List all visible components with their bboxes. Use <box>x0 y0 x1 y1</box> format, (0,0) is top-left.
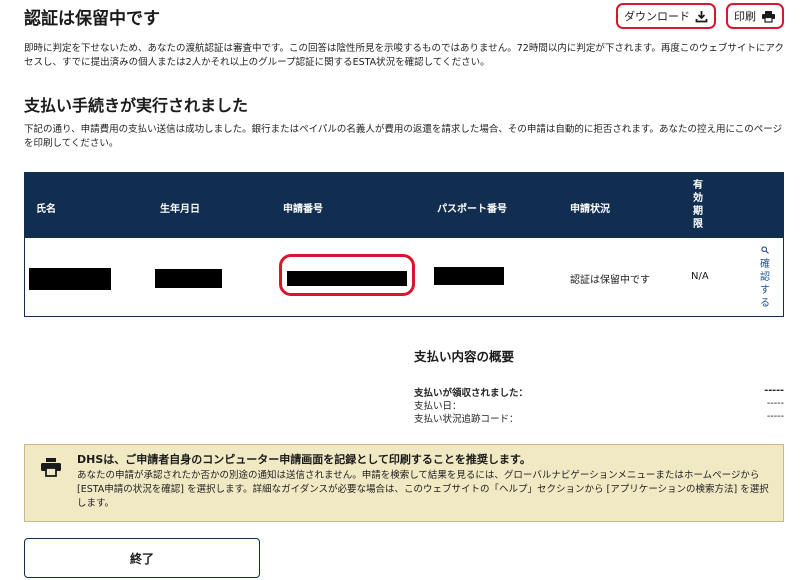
header-app-no: 申請番号 <box>283 204 323 215</box>
redacted-name <box>29 268 111 290</box>
highlight-ring <box>279 254 415 296</box>
page-title: 認証は保留中です <box>24 9 160 29</box>
header-name: 氏名 <box>36 204 56 215</box>
notice-title: DHSは、ご申請者自身のコンピューター申請画面を記録として印刷することを推奨しま… <box>77 453 531 466</box>
notice-body: あなたの申請が承認されたか否かの別途の通知は送信されません。申請を検索して結果を… <box>77 470 769 509</box>
finish-button[interactable]: 終了 <box>24 538 260 578</box>
header-dob: 生年月日 <box>160 204 200 215</box>
print-button[interactable]: 印刷 <box>726 3 784 29</box>
summary-value: ----- <box>766 398 784 409</box>
download-button[interactable]: ダウンロード <box>616 3 716 29</box>
summary-title: 支払い内容の概要 <box>414 349 515 364</box>
summary-value: ----- <box>766 411 784 422</box>
confirm-link[interactable]: 確認する <box>753 245 777 310</box>
header-passport-no: パスポート番号 <box>437 204 507 215</box>
summary-row-received: 支払いが領収されました： ----- <box>414 385 784 399</box>
table-header: 氏名 生年月日 申請番号 パスポート番号 申請状況 有効期限 <box>25 173 783 238</box>
print-label: 印刷 <box>734 10 756 23</box>
summary-value: ----- <box>764 385 784 396</box>
download-icon <box>695 10 708 22</box>
confirm-label: 確認する <box>760 259 770 309</box>
summary-row-date: 支払い日： ----- <box>414 398 784 412</box>
printer-icon <box>41 458 61 477</box>
printer-icon <box>762 10 775 23</box>
application-table: 氏名 生年月日 申請番号 パスポート番号 申請状況 有効期限 認証は保留中です … <box>24 172 784 317</box>
header-status: 申請状況 <box>570 204 610 215</box>
payment-title: 支払い手続きが実行されました <box>24 96 249 115</box>
top-actions: ダウンロード 印刷 <box>616 3 784 29</box>
status-cell: 認証は保留中です <box>570 275 650 286</box>
search-icon <box>761 246 769 254</box>
validity-cell: N/A <box>691 271 709 282</box>
notice-box: DHSは、ご申請者自身のコンピューター申請画面を記録として印刷することを推奨しま… <box>24 444 784 522</box>
redacted-passport-no <box>434 267 504 285</box>
download-label: ダウンロード <box>624 10 690 23</box>
redacted-dob <box>155 269 222 288</box>
summary-row-tracking: 支払い状況追跡コード： ----- <box>414 411 784 425</box>
payment-description: 下記の通り、申請費用の支払い送信は成功しました。銀行またはペイパルの名義人が費用… <box>24 124 783 149</box>
header-validity: 有効期限 <box>693 180 703 230</box>
intro-text: 即時に判定を下せないため、あなたの渡航認証は審査中です。この回答は陰性所見を示唆… <box>24 43 784 68</box>
summary-label: 支払い状況追跡コード： <box>414 414 519 425</box>
